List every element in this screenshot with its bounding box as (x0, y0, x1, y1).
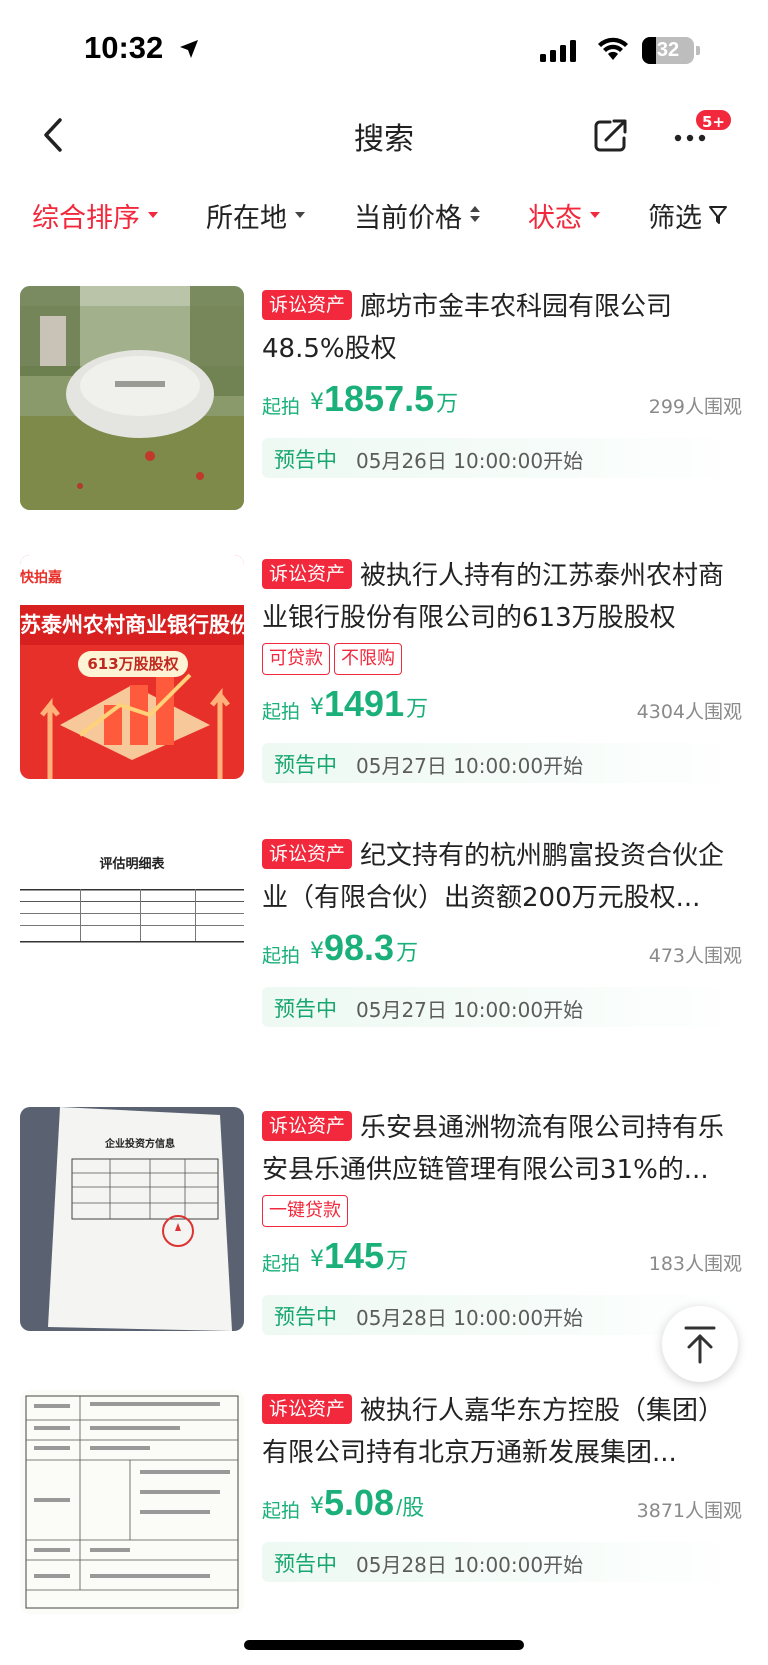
status-bar: 10:32 32 (0, 0, 768, 100)
status-label: 预告中 (274, 997, 337, 1021)
share-icon[interactable] (592, 116, 630, 154)
status-label: 预告中 (274, 1305, 337, 1329)
thumb-shares-text: 613万股股权 (87, 655, 179, 673)
filter-price[interactable]: 当前价格 (354, 190, 480, 240)
filter-location[interactable]: 所在地 (206, 190, 305, 240)
item-thumbnail (20, 286, 244, 510)
auction-status: 预告中 05月27日 10:00:00开始 (262, 987, 742, 1027)
battery-icon: 32 (642, 37, 694, 64)
thumb-logo-text: 快拍嘉 (20, 569, 62, 585)
item-title: 诉讼资产 廊坊市金丰农科园有限公司48.5%股权 (262, 290, 673, 364)
viewer-count: 3871人围观 (636, 1500, 742, 1522)
auction-status: 预告中 05月27日 10:00:00开始 (262, 743, 742, 783)
currency-symbol: ¥ (310, 939, 324, 964)
item-thumbnail: 企业投资方信息 (20, 1107, 244, 1331)
currency-symbol: ¥ (310, 1247, 324, 1272)
start-time: 05月27日 10:00:00开始 (356, 754, 584, 778)
filter-sort[interactable]: 综合排序 (32, 190, 158, 240)
funnel-icon (709, 206, 727, 224)
litigation-tag: 诉讼资产 (262, 559, 353, 589)
sort-arrows-icon (470, 206, 480, 224)
auction-status: 预告中 05月28日 10:00:00开始 (262, 1542, 742, 1582)
filter-price-label: 当前价格 (354, 202, 462, 234)
status-label: 预告中 (274, 1552, 337, 1576)
item-title: 诉讼资产 乐安县通洲物流有限公司持有乐安县乐通供应链管理有限公司31%的... (262, 1111, 725, 1185)
filter-bar: 综合排序 所在地 当前价格 状态 筛选 (0, 190, 768, 240)
item-title: 诉讼资产 被执行人持有的江苏泰州农村商业银行股份有限公司的613万股股权 (262, 559, 725, 633)
price-label: 起拍 (262, 1500, 301, 1522)
viewer-count: 299人围观 (648, 396, 742, 418)
page-title: 搜索 (354, 122, 414, 157)
filter-location-label: 所在地 (206, 202, 287, 234)
starting-price: 5.08/股 (324, 1482, 425, 1523)
thumb-heading: 评估明细表 (99, 857, 165, 872)
no-purchase-limit-tag: 不限购 (334, 643, 402, 675)
caret-down-icon (590, 212, 600, 218)
wifi-icon (598, 37, 628, 60)
thumb-heading: 企业投资方信息 (105, 1139, 175, 1150)
filter-screen[interactable]: 筛选 (648, 190, 728, 240)
viewer-count: 473人围观 (648, 945, 742, 967)
litigation-tag: 诉讼资产 (262, 290, 353, 320)
filter-status-label: 状态 (528, 202, 582, 234)
starting-price: 145万 (324, 1235, 409, 1276)
item-thumbnail (20, 1390, 244, 1614)
currency-symbol: ¥ (310, 390, 324, 415)
battery-level: 32 (656, 39, 680, 61)
loan-available-tag: 可贷款 (262, 643, 330, 675)
caret-down-icon (295, 212, 305, 218)
start-time: 05月28日 10:00:00开始 (356, 1553, 584, 1577)
item-thumbnail: 评估明细表 (20, 835, 244, 1059)
status-label: 预告中 (274, 448, 337, 472)
auction-status: 预告中 05月26日 10:00:00开始 (262, 438, 742, 478)
thumb-bank-text: 苏泰州农村商业银行股份有限 (20, 613, 244, 637)
home-indicator[interactable] (244, 1640, 524, 1650)
item-thumbnail: 快拍嘉 苏泰州农村商业银行股份有限 613万股股权 (20, 555, 244, 779)
viewer-count: 183人围观 (648, 1253, 742, 1275)
start-time: 05月28日 10:00:00开始 (356, 1306, 584, 1330)
back-chevron-icon[interactable] (36, 112, 76, 158)
nav-bar: 搜索 (0, 100, 768, 170)
litigation-tag: 诉讼资产 (262, 1111, 353, 1141)
currency-symbol: ¥ (310, 1494, 324, 1519)
starting-price: 98.3万 (324, 927, 419, 968)
currency-symbol: ¥ (310, 695, 324, 720)
clock: 10:32 (84, 30, 164, 65)
location-arrow-icon (180, 40, 198, 58)
one-click-loan-tag: 一键贷款 (262, 1195, 348, 1227)
arrow-up-icon (684, 1326, 716, 1364)
item-title: 诉讼资产 被执行人嘉华东方控股（集团）有限公司持有北京万通新发展集团... (262, 1394, 725, 1468)
item-title: 诉讼资产 纪文持有的杭州鹏富投资合伙企业（有限合伙）出资额200万元股权... (262, 839, 725, 913)
starting-price: 1491万 (324, 683, 429, 724)
back-to-top-button[interactable] (662, 1306, 738, 1382)
filter-status[interactable]: 状态 (528, 190, 600, 240)
price-label: 起拍 (262, 701, 301, 723)
cellular-signal-icon (540, 40, 576, 62)
litigation-tag: 诉讼资产 (262, 1394, 353, 1424)
start-time: 05月26日 10:00:00开始 (356, 449, 584, 473)
start-time: 05月27日 10:00:00开始 (356, 998, 584, 1022)
status-label: 预告中 (274, 753, 337, 777)
filter-sort-label: 综合排序 (32, 202, 140, 234)
notification-badge: 5+ (694, 108, 734, 132)
filter-screen-label: 筛选 (648, 202, 702, 234)
price-label: 起拍 (262, 945, 301, 967)
starting-price: 1857.5万 (324, 378, 459, 419)
caret-down-icon (148, 212, 158, 218)
price-label: 起拍 (262, 1253, 301, 1275)
price-label: 起拍 (262, 396, 301, 418)
viewer-count: 4304人围观 (636, 701, 742, 723)
litigation-tag: 诉讼资产 (262, 839, 353, 869)
